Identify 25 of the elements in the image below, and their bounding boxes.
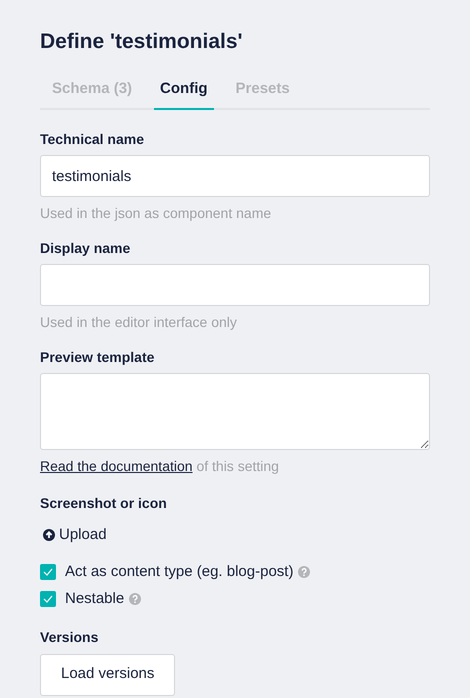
help-icon[interactable] (129, 592, 142, 604)
check-icon (43, 594, 53, 602)
help-text: Read the documentation of this setting (40, 457, 280, 475)
field-label: Versions (40, 628, 100, 646)
input-field[interactable]: testimonials (40, 155, 430, 197)
field-hint: Used in the editor interface only (40, 313, 238, 331)
field-label: Preview template (40, 348, 156, 366)
input-field[interactable] (40, 264, 430, 306)
page-title: Define 'testimonials' (40, 29, 244, 55)
checkbox[interactable] (40, 564, 56, 580)
load-versions-button[interactable]: Load versions (40, 654, 176, 696)
field-hint: Used in the json as component name (40, 204, 272, 222)
checkbox-label: Act as content type (eg. blog-post) (65, 562, 294, 580)
help-icon[interactable] (298, 566, 310, 578)
text-area[interactable] (40, 373, 430, 450)
checkbox[interactable] (40, 590, 56, 606)
upload-button[interactable]: Upload (43, 524, 107, 546)
field-label: Technical name (40, 130, 146, 148)
upload-icon (43, 529, 55, 542)
documentation-link[interactable]: Read the documentation (40, 458, 193, 474)
checkbox-label: Nestable (65, 590, 124, 608)
tab[interactable]: Config (154, 78, 214, 110)
check-icon (43, 568, 53, 576)
field-label: Display name (40, 239, 132, 257)
field-label: Screenshot or icon (40, 494, 168, 512)
